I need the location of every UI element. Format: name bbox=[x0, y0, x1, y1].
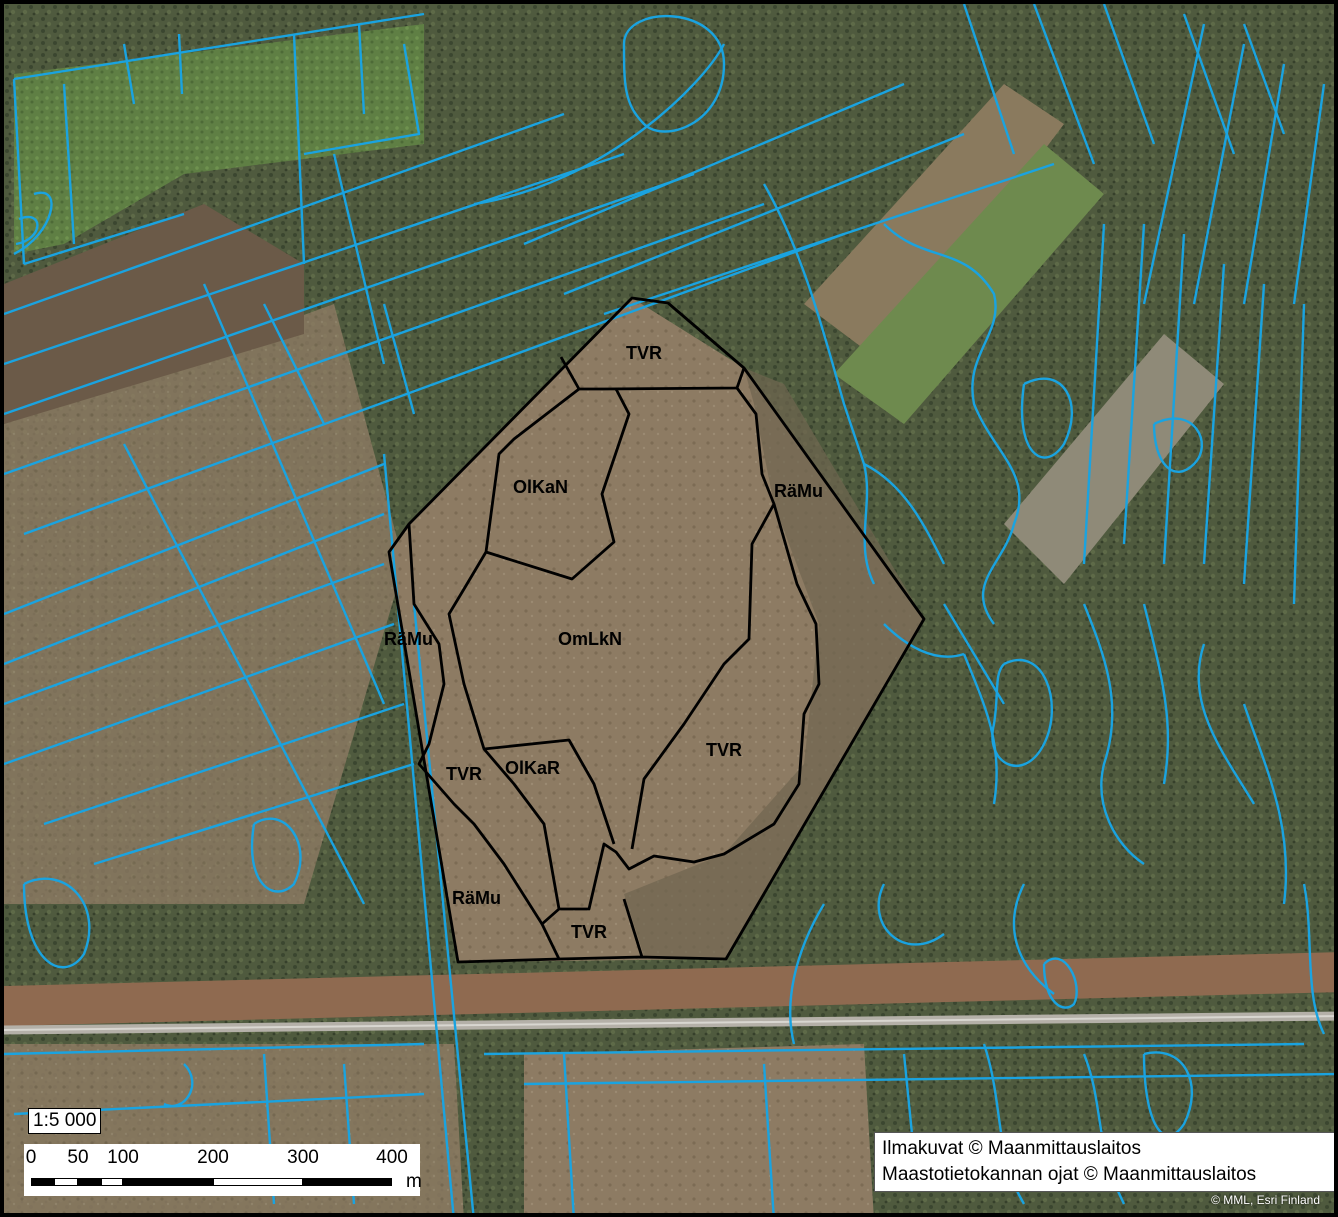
label-olkan: OlKaN bbox=[513, 477, 568, 497]
scale-tick-300: 300 bbox=[287, 1147, 319, 1168]
credit-aerial-imagery: Ilmakuvat © Maanmittauslaitos bbox=[882, 1138, 1141, 1159]
scale-bar: 0 50 100 200 300 400 m bbox=[24, 1144, 422, 1196]
scale-segment bbox=[213, 1178, 303, 1186]
scale-unit: m bbox=[406, 1171, 422, 1192]
label-ramu-west: RäMu bbox=[384, 629, 433, 649]
credit-ditches: Maastotietokannan ojat © Maanmittauslait… bbox=[882, 1164, 1257, 1185]
scale-segment bbox=[31, 1178, 54, 1186]
label-omlkn: OmLkN bbox=[558, 629, 622, 649]
scale-tick-100: 100 bbox=[107, 1147, 139, 1168]
label-tvr-south: TVR bbox=[571, 922, 607, 942]
label-tvr-west: TVR bbox=[446, 764, 482, 784]
label-tvr-east: TVR bbox=[706, 740, 742, 760]
scale-tick-200: 200 bbox=[197, 1147, 229, 1168]
label-tvr-north: TVR bbox=[626, 343, 662, 363]
scale-tick-0: 0 bbox=[25, 1147, 37, 1168]
scale-segment bbox=[303, 1178, 392, 1186]
scale-tick-50: 50 bbox=[67, 1147, 89, 1168]
scale-segment bbox=[101, 1178, 123, 1186]
label-ramu-east: RäMu bbox=[774, 481, 823, 501]
peat-field-south2 bbox=[524, 1044, 874, 1213]
label-ramu-south: RäMu bbox=[452, 888, 501, 908]
credits-box: Ilmakuvat © Maanmittauslaitos Maastotiet… bbox=[874, 1132, 1334, 1192]
esri-attribution[interactable]: © MML, Esri Finland bbox=[1211, 1193, 1320, 1207]
scale-ratio: 1:5 000 bbox=[28, 1108, 102, 1134]
map-frame: TVR OlKaN RäMu RäMu OmLkN TVR TVR OlKaR … bbox=[0, 0, 1338, 1217]
scale-tick-400: 400 bbox=[376, 1147, 408, 1168]
label-olkar: OlKaR bbox=[505, 758, 560, 778]
aerial-map[interactable]: TVR OlKaN RäMu RäMu OmLkN TVR TVR OlKaR … bbox=[4, 4, 1338, 1217]
scale-segment bbox=[123, 1178, 213, 1186]
scale-segment bbox=[54, 1178, 78, 1186]
scale-segment bbox=[78, 1178, 101, 1186]
